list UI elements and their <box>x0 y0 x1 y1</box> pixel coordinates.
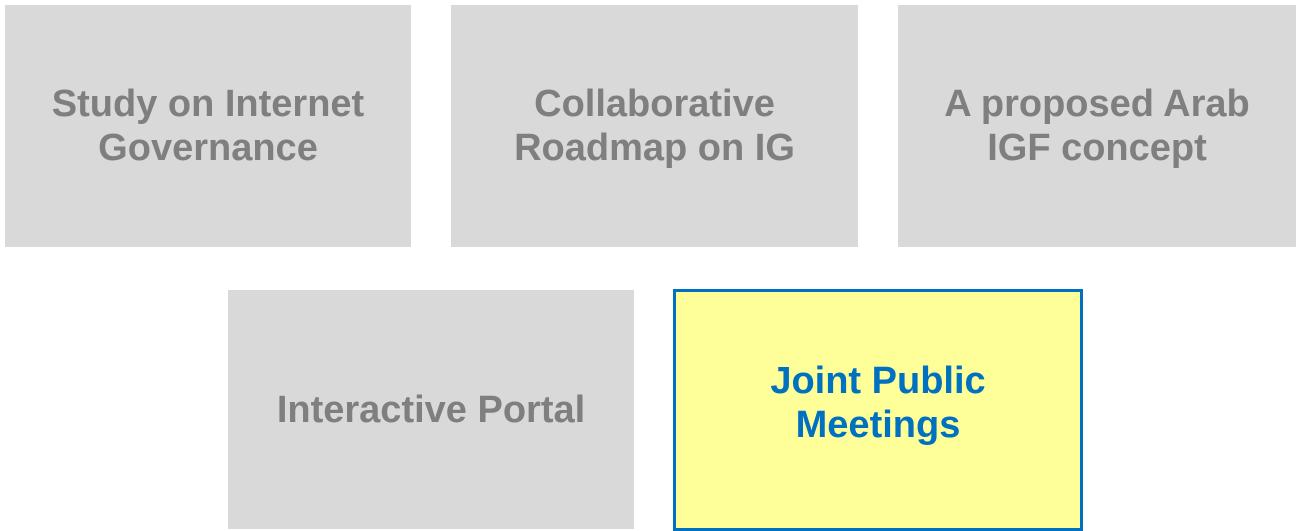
tile-arab-igf-concept[interactable]: A proposed Arab IGF concept <box>898 5 1296 247</box>
tile-label: Interactive Portal <box>276 388 586 431</box>
tile-joint-public-meetings[interactable]: Joint Public Meetings <box>673 289 1083 531</box>
tile-label: Collaborative Roadmap on IG <box>514 83 795 169</box>
tile-label: A proposed Arab IGF concept <box>944 83 1250 169</box>
tile-collaborative-roadmap[interactable]: Collaborative Roadmap on IG <box>451 5 858 247</box>
tile-label: Joint Public Meetings <box>770 360 986 446</box>
tile-study-on-internet-governance[interactable]: Study on Internet Governance <box>5 5 411 247</box>
tile-interactive-portal[interactable]: Interactive Portal <box>228 290 634 529</box>
tile-label: Study on Internet Governance <box>51 83 365 169</box>
